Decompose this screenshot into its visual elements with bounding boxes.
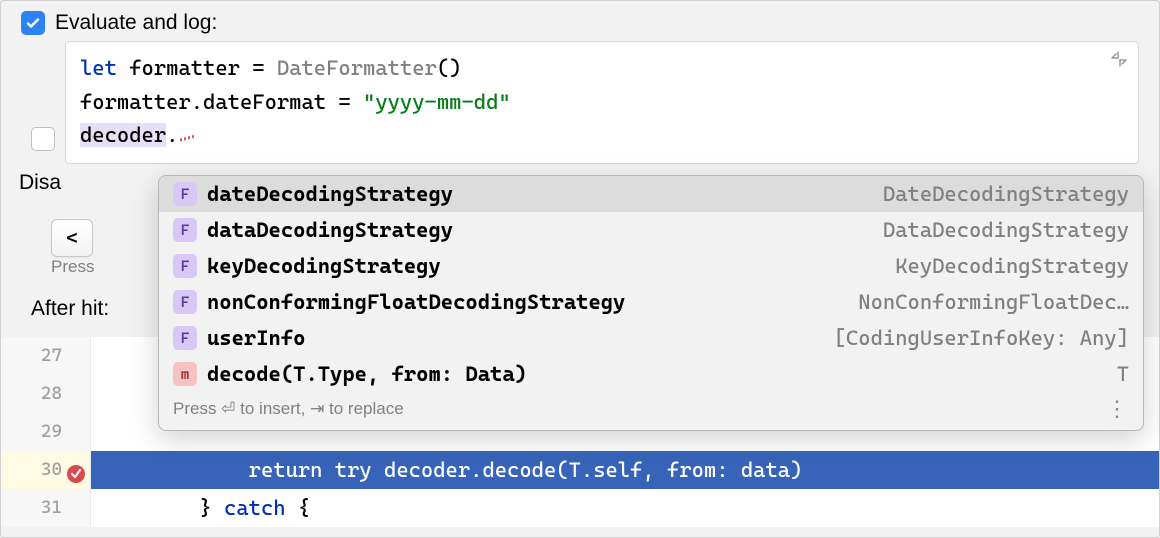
- evaluate-label: Evaluate and log:: [55, 11, 217, 35]
- gutter-line[interactable]: 28: [1, 375, 90, 413]
- press-hint: Press: [51, 257, 94, 277]
- collapse-icon[interactable]: [1110, 50, 1128, 72]
- completion-item-type: DataDecodingStrategy: [883, 218, 1129, 242]
- code-line-current: return try decoder.decode(T.self, from: …: [91, 451, 1159, 489]
- dropdown-button[interactable]: <: [51, 219, 93, 257]
- completion-item-name: userInfo: [207, 326, 305, 350]
- field-badge-icon: F: [173, 182, 197, 206]
- completion-item-name: keyDecodingStrategy: [207, 254, 441, 278]
- completion-item-type: DateDecodingStrategy: [883, 182, 1129, 206]
- code-line: } catch {: [91, 489, 1159, 527]
- field-badge-icon: F: [173, 254, 197, 278]
- more-icon[interactable]: ⋮: [1106, 398, 1129, 420]
- breakpoint-icon[interactable]: [66, 460, 86, 480]
- field-badge-icon: F: [173, 326, 197, 350]
- evaluate-checkbox[interactable]: [21, 11, 45, 35]
- gutter-line[interactable]: 27: [1, 337, 90, 375]
- gutter: 27 28 29 30 31: [1, 337, 91, 527]
- after-hit-label: After hit:: [31, 297, 109, 321]
- completion-item[interactable]: FdataDecodingStrategy DataDecodingStrateg…: [159, 212, 1143, 248]
- completion-item-name: decode(T.Type, from: Data): [207, 362, 527, 386]
- secondary-checkbox[interactable]: [31, 127, 55, 151]
- completion-item[interactable]: FkeyDecodingStrategy KeyDecodingStrategy: [159, 248, 1143, 284]
- editor-line-3: decoder.: [80, 119, 1124, 153]
- gutter-line[interactable]: 29: [1, 413, 90, 451]
- editor-line-2: formatter.dateFormat = "yyyy-mm-dd": [80, 86, 1124, 120]
- completion-footer: Press ⏎ to insert, ⇥ to replace ⋮: [159, 392, 1143, 430]
- gutter-line-current[interactable]: 30: [1, 451, 90, 489]
- code-editor[interactable]: let formatter = DateFormatter() formatte…: [65, 41, 1139, 164]
- completion-item-name: dataDecodingStrategy: [207, 218, 453, 242]
- method-badge-icon: m: [173, 362, 197, 386]
- completion-item[interactable]: FdateDecodingStrategy DateDecodingStrateg…: [159, 176, 1143, 212]
- completion-hint: Press ⏎ to insert, ⇥ to replace: [173, 399, 404, 419]
- completion-item[interactable]: m decode(T.Type, from: Data) T: [159, 356, 1143, 392]
- gutter-line[interactable]: 31: [1, 489, 90, 527]
- completion-item-name: nonConformingFloatDecodingStrategy: [207, 290, 625, 314]
- field-badge-icon: F: [173, 218, 197, 242]
- completion-item-type: [CodingUserInfoKey: Any]: [834, 326, 1129, 350]
- completion-item-name: dateDecodingStrategy: [207, 182, 453, 206]
- completion-item[interactable]: FuserInfo [CodingUserInfoKey: Any]: [159, 320, 1143, 356]
- check-icon: [25, 15, 41, 31]
- completion-item-type: KeyDecodingStrategy: [895, 254, 1129, 278]
- completion-item[interactable]: FnonConformingFloatDecodingStrategy NonCo…: [159, 284, 1143, 320]
- completion-item-type: T: [1117, 362, 1129, 386]
- field-badge-icon: F: [173, 290, 197, 314]
- completion-item-type: NonConformingFloatDec…: [858, 290, 1129, 314]
- completion-popup: FdateDecodingStrategy DateDecodingStrateg…: [158, 175, 1144, 431]
- editor-line-1: let formatter = DateFormatter(): [80, 52, 1124, 86]
- disable-label-fragment: Disa: [19, 171, 61, 195]
